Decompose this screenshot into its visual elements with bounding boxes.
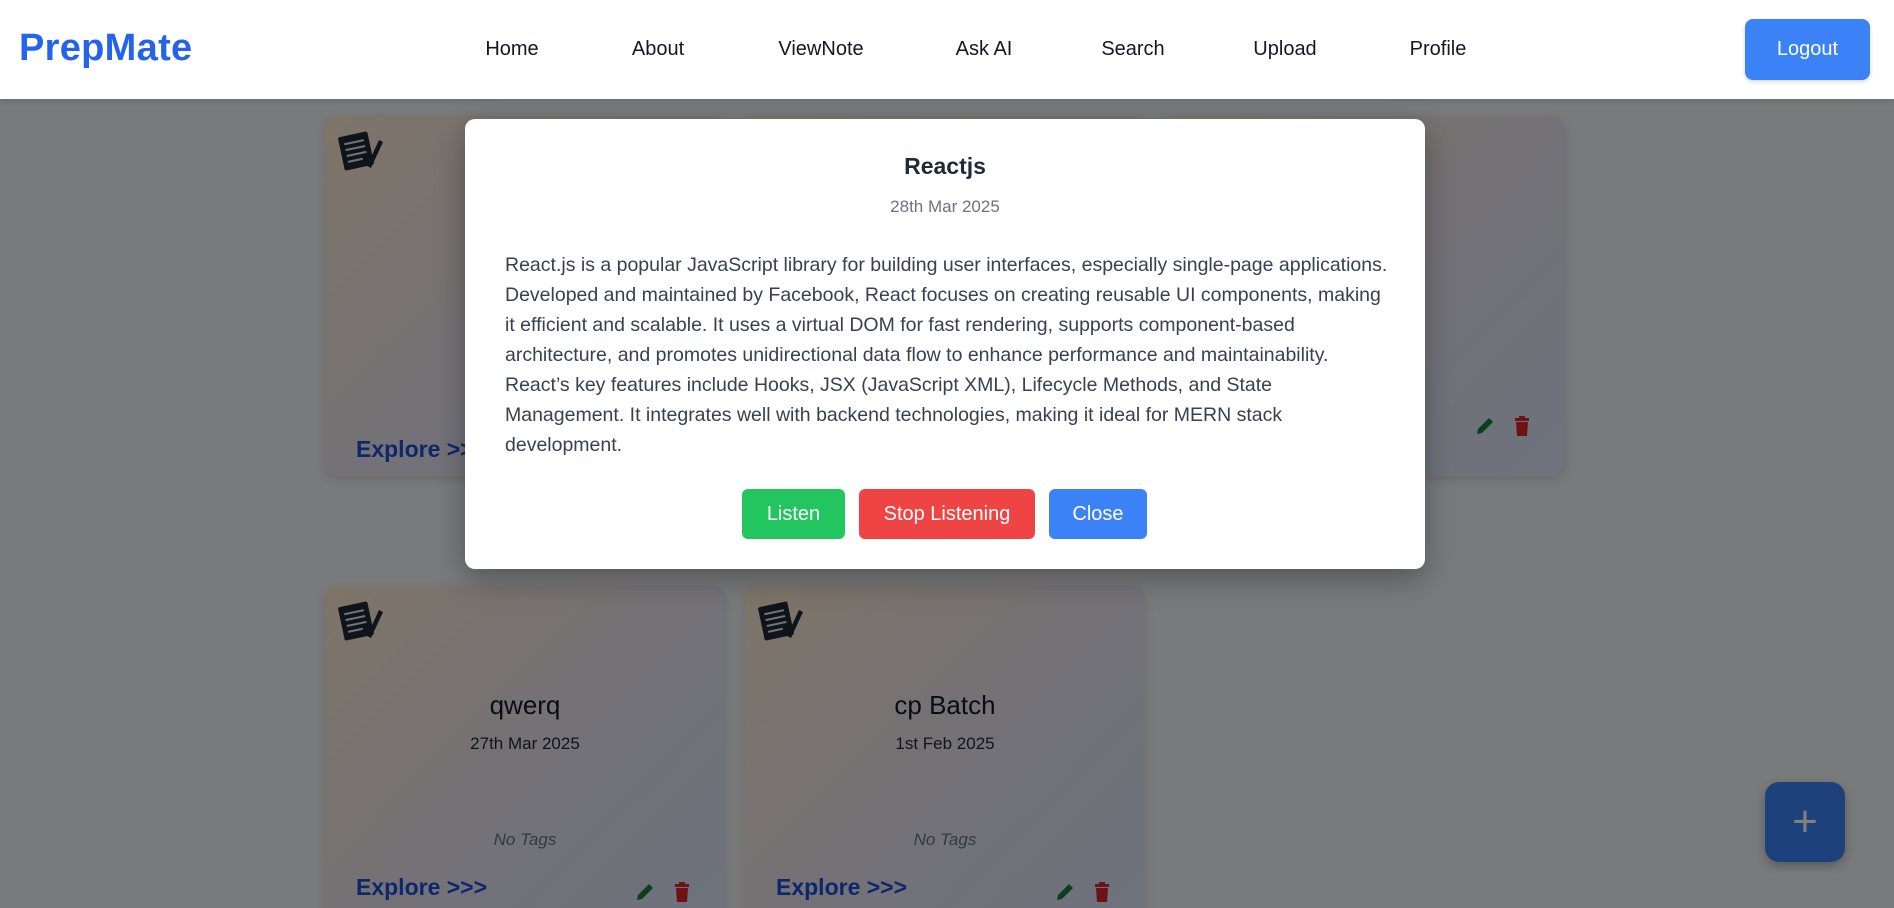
stop-listening-button[interactable]: Stop Listening bbox=[859, 489, 1035, 539]
nav-ask-ai[interactable]: Ask AI bbox=[956, 38, 1013, 61]
nav-profile[interactable]: Profile bbox=[1410, 38, 1467, 61]
nav-links: Home About ViewNote Ask AI Search Upload… bbox=[0, 0, 1894, 99]
nav-about[interactable]: About bbox=[632, 38, 684, 61]
nav-upload[interactable]: Upload bbox=[1253, 38, 1316, 61]
modal-title: Reactjs bbox=[904, 153, 986, 179]
nav-viewnote[interactable]: ViewNote bbox=[778, 38, 863, 61]
close-button[interactable]: Close bbox=[1049, 489, 1147, 539]
logout-button[interactable]: Logout bbox=[1745, 19, 1870, 80]
note-modal: Reactjs 28th Mar 2025 React.js is a popu… bbox=[465, 119, 1425, 569]
modal-date: 28th Mar 2025 bbox=[890, 197, 1000, 216]
nav-home[interactable]: Home bbox=[485, 38, 538, 61]
navbar: PrepMate Home About ViewNote Ask AI Sear… bbox=[0, 0, 1894, 99]
nav-search[interactable]: Search bbox=[1101, 38, 1164, 61]
listen-button[interactable]: Listen bbox=[742, 489, 845, 539]
modal-body: React.js is a popular JavaScript library… bbox=[505, 254, 1388, 456]
